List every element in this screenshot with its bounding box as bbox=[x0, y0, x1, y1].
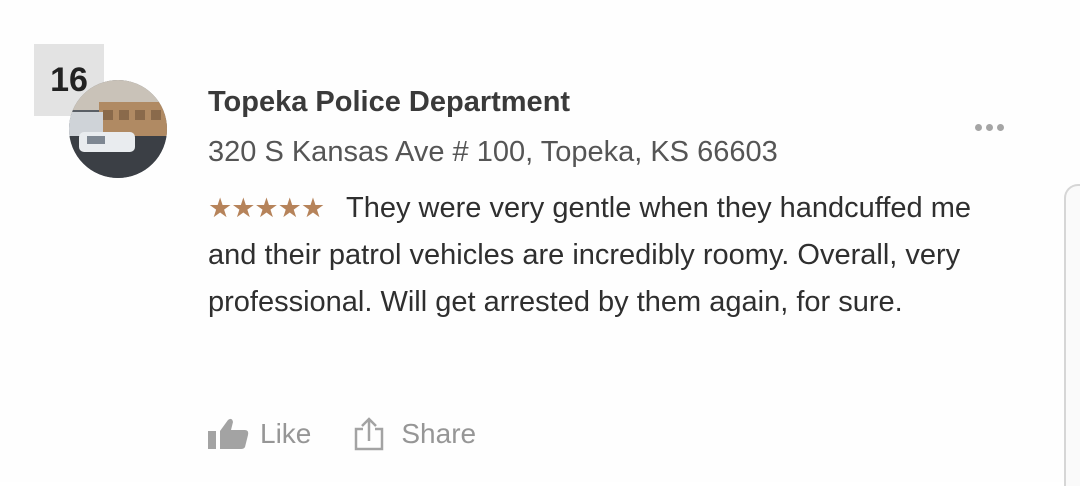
star-rating: ★★★★★ bbox=[208, 193, 325, 223]
avatar[interactable] bbox=[69, 80, 167, 178]
adjacent-panel-edge bbox=[1064, 184, 1080, 486]
share-button[interactable]: Share bbox=[351, 416, 476, 452]
share-icon bbox=[355, 417, 384, 451]
business-name[interactable]: Topeka Police Department bbox=[208, 86, 570, 119]
dot bbox=[974, 123, 982, 131]
dot bbox=[985, 123, 993, 131]
thumbs-up-icon bbox=[208, 418, 249, 449]
review-body: ★★★★★ They were very gentle when they han… bbox=[208, 185, 988, 326]
share-label: Share bbox=[401, 418, 477, 449]
business-address: 320 S Kansas Ave # 100, Topeka, KS 66603 bbox=[208, 136, 778, 168]
police-building-photo-icon bbox=[69, 80, 167, 178]
dot bbox=[996, 123, 1004, 131]
review-actions: Like Share bbox=[206, 416, 476, 452]
like-button[interactable]: Like bbox=[206, 417, 311, 451]
review-card: 16 Topeka Police Department 320 S Kansas… bbox=[0, 0, 1080, 486]
like-label: Like bbox=[260, 418, 312, 449]
more-options-icon[interactable] bbox=[964, 116, 1014, 138]
